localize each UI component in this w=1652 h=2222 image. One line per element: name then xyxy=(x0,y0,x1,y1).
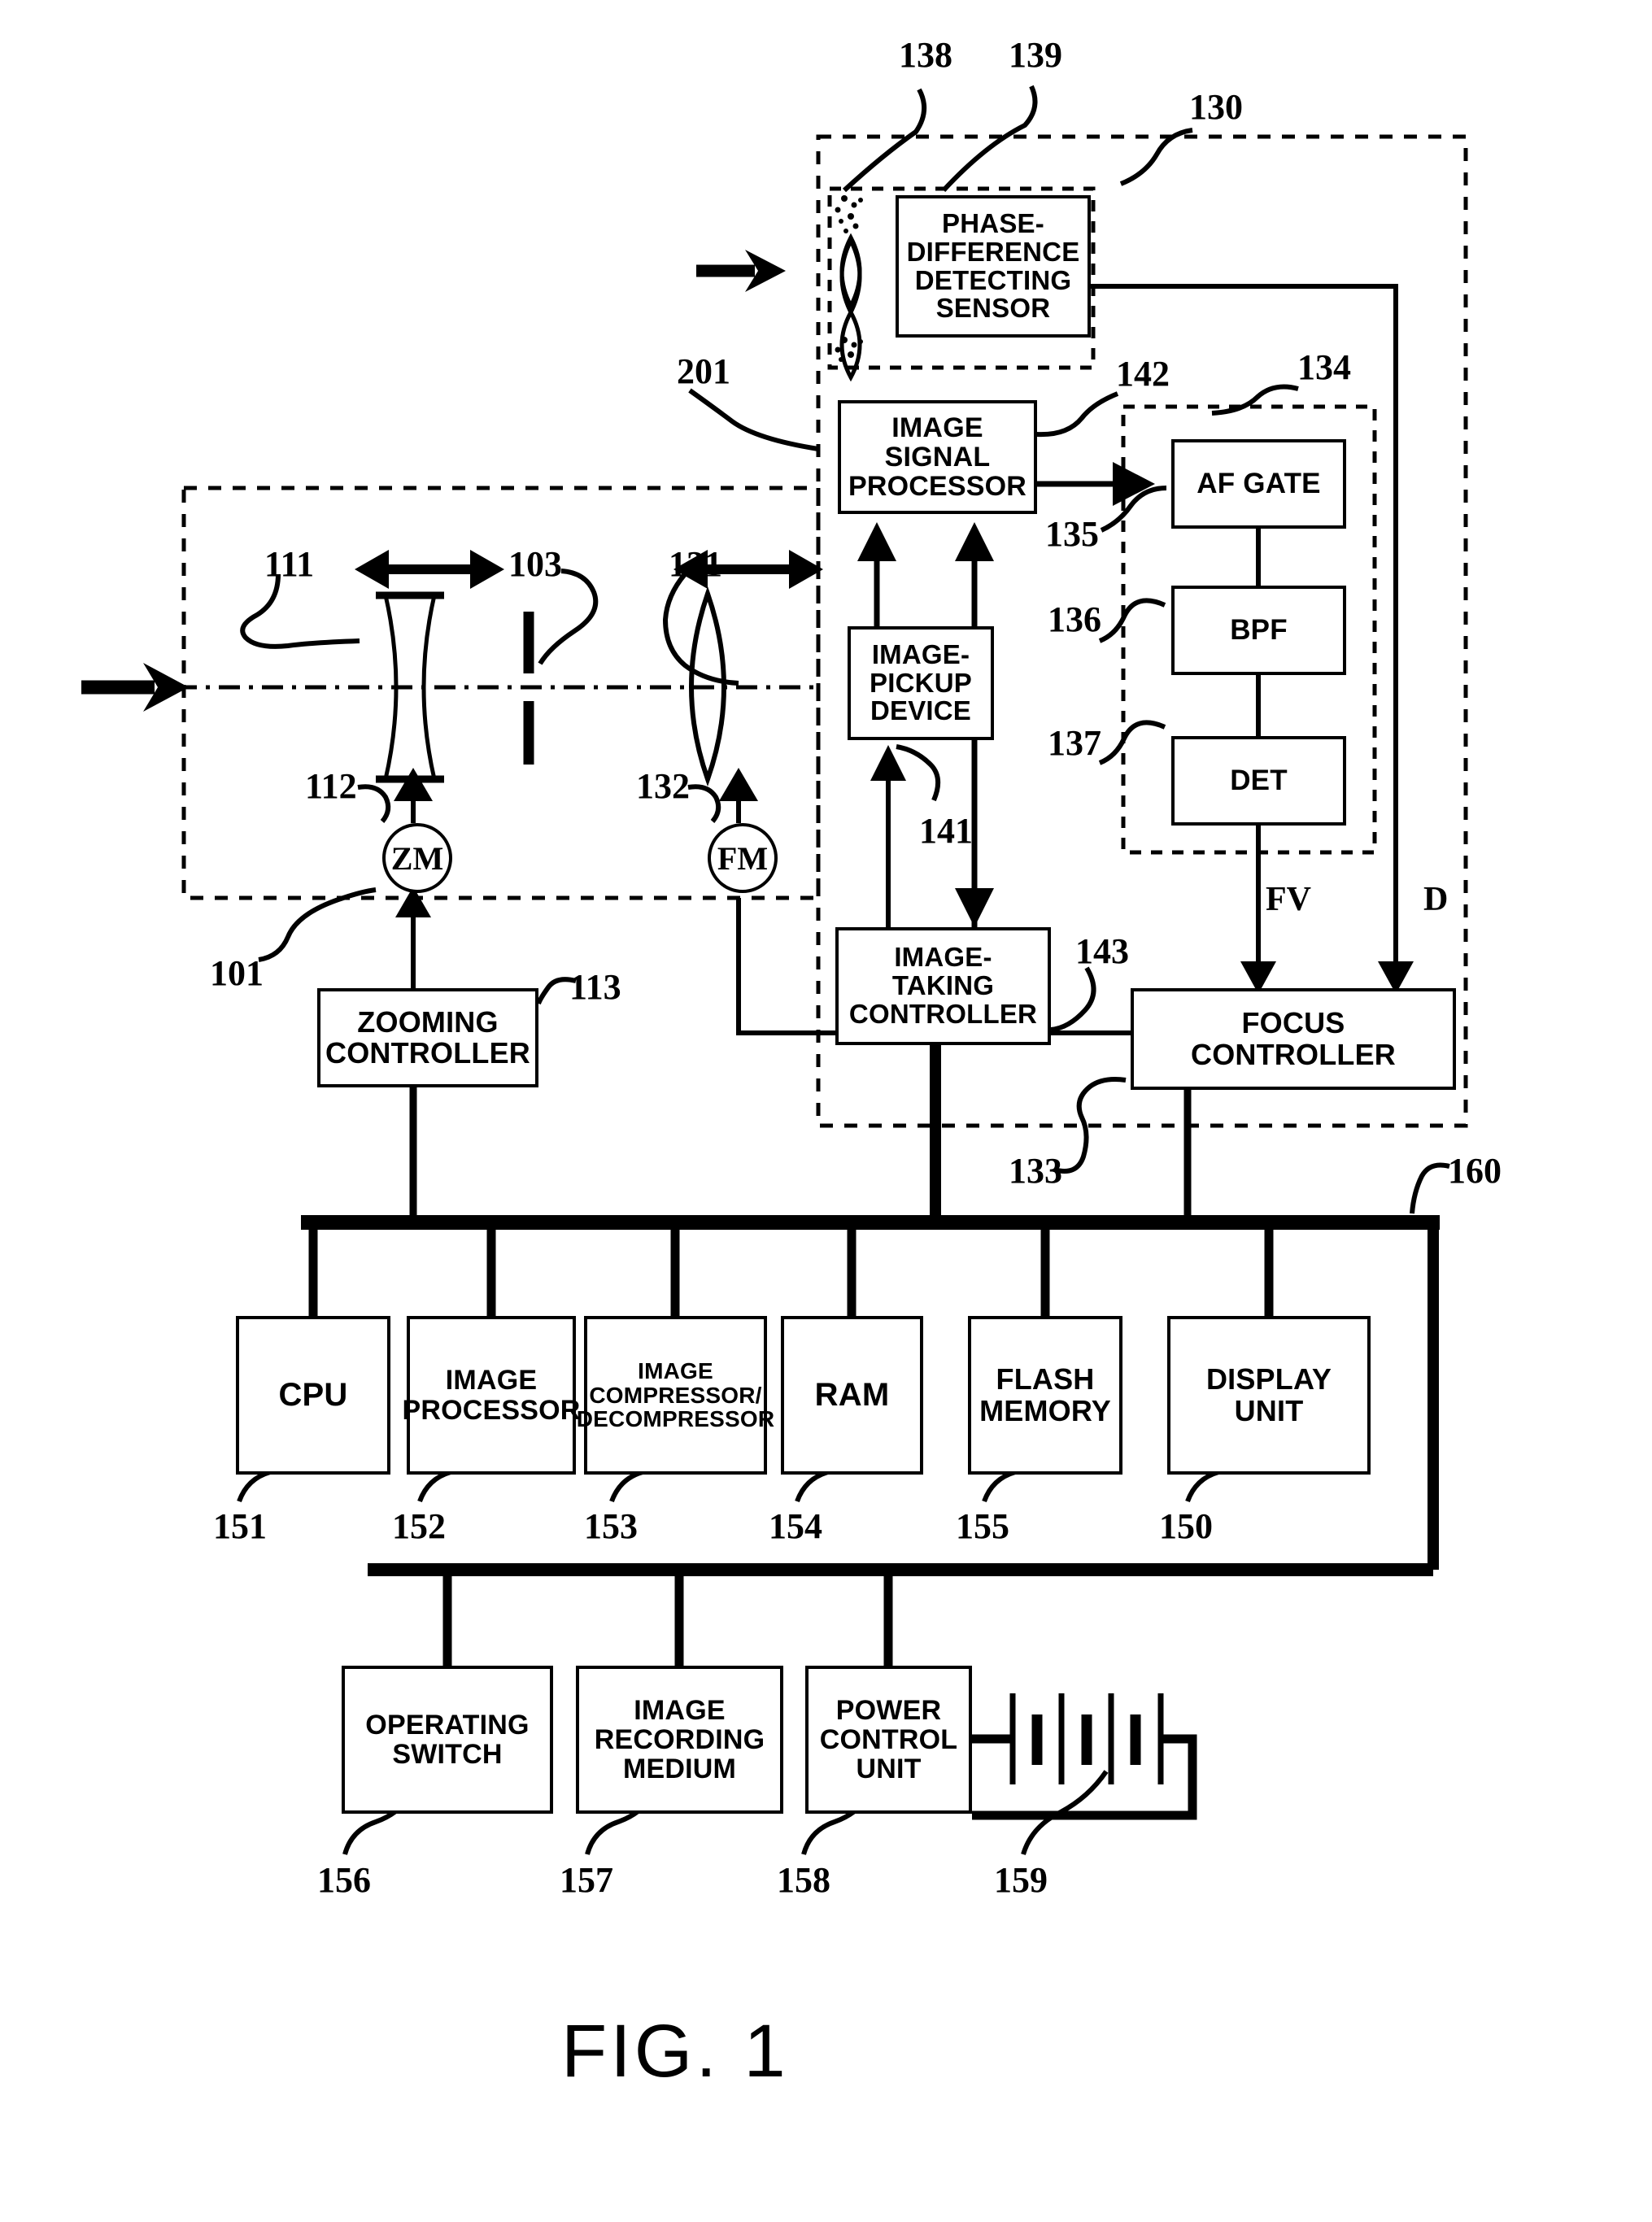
figure-caption: FIG. 1 xyxy=(561,2010,789,2093)
sensor-array-texture xyxy=(835,195,863,382)
patent-figure-canvas: PHASE- DIFFERENCE DETECTING SENSOR IMAGE SIGN… xyxy=(0,0,1652,2222)
